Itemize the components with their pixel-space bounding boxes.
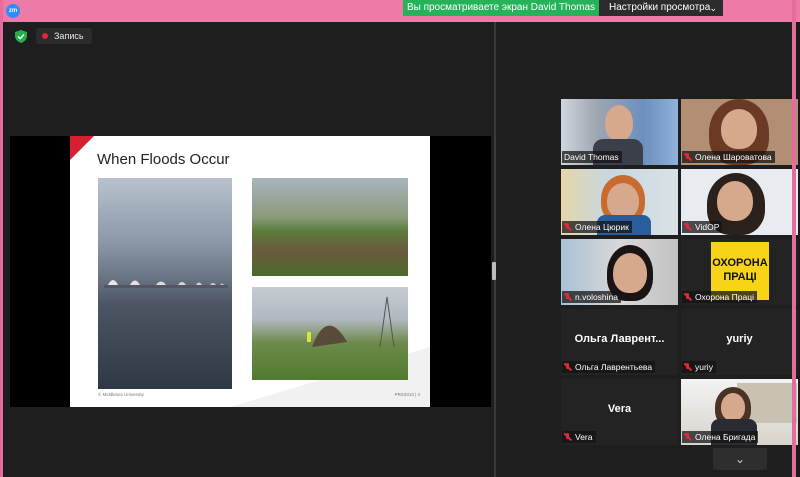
chevron-down-icon: ⌄ [734, 452, 746, 466]
participant-tile[interactable]: David Thomas [561, 99, 678, 165]
participant-tile[interactable]: yuriy yuriy [681, 309, 798, 375]
resize-handle[interactable] [492, 262, 496, 280]
participant-tile[interactable]: VidOP [681, 169, 798, 235]
muted-mic-icon [564, 293, 572, 301]
chevron-down-icon: ⌄ [709, 3, 717, 13]
meeting-window: Запись When Floods Occur © Middlesex Uni… [3, 22, 798, 477]
participant-display-name: Vera [607, 403, 632, 415]
muted-mic-icon [684, 153, 692, 161]
muted-mic-icon [684, 293, 692, 301]
participant-name: David Thomas [562, 151, 622, 163]
participant-tile[interactable]: Олена Шароватова [681, 99, 798, 165]
muted-mic-icon [564, 223, 572, 231]
participant-name: yuriy [682, 361, 716, 373]
fallen-tree-photo [252, 287, 408, 380]
zoom-logo: zm [6, 4, 20, 18]
thames-barrier-photo [98, 178, 232, 389]
slide-title: When Floods Occur [97, 151, 230, 168]
participant-name: VidOP [682, 221, 723, 233]
participant-tile[interactable]: ОХОРОНА ПРАЦІ Охорона Праці [681, 239, 798, 305]
shared-screen[interactable]: When Floods Occur © Middlesex University… [10, 136, 491, 407]
slide-page-number: PRS3313 | 4 [394, 392, 420, 397]
view-options-label: Настройки просмотра [609, 2, 711, 13]
record-dot-icon [42, 32, 48, 39]
participant-name: n.voloshina [562, 291, 622, 303]
participant-tile[interactable]: n.voloshina [561, 239, 678, 305]
participant-name: Олена Бригада [682, 431, 759, 443]
participant-name: Олена Цюрик [562, 221, 632, 233]
participant-name: Охорона Праці [682, 291, 757, 303]
participant-tile[interactable]: Ольга Лаврент... Ольга Лаврентьева [561, 309, 678, 375]
flooded-field-photo [252, 178, 408, 276]
muted-mic-icon [684, 223, 692, 231]
muted-mic-icon [684, 433, 692, 441]
muted-mic-icon [684, 363, 692, 371]
participant-tile[interactable]: Олена Цюрик [561, 169, 678, 235]
panel-divider[interactable] [494, 22, 496, 477]
top-share-bar: zm Вы просматриваете экран David Thomas … [0, 0, 800, 22]
participant-tile[interactable]: Vera Vera [561, 379, 678, 445]
gallery-scroll-down-button[interactable]: ⌄ [713, 448, 767, 470]
recording-indicator[interactable]: Запись [36, 28, 92, 44]
muted-mic-icon [564, 363, 572, 371]
muted-mic-icon [564, 433, 572, 441]
slide-footer: © Middlesex University [98, 392, 144, 397]
participant-tile[interactable]: Олена Бригада [681, 379, 798, 445]
participant-display-name: Ольга Лаврент... [574, 333, 665, 345]
participant-name: Олена Шароватова [682, 151, 775, 163]
recording-label: Запись [54, 31, 84, 41]
slide-corner-accent [70, 136, 94, 160]
participant-name: Vera [562, 431, 596, 443]
share-notice: Вы просматриваете экран David Thomas [403, 0, 599, 16]
shield-icon [15, 30, 27, 43]
view-options-button[interactable]: Настройки просмотра ⌄ [599, 0, 723, 16]
participant-display-name: yuriy [726, 333, 753, 345]
presentation-slide: When Floods Occur © Middlesex University… [70, 136, 430, 407]
participant-name: Ольга Лаврентьева [562, 361, 656, 373]
